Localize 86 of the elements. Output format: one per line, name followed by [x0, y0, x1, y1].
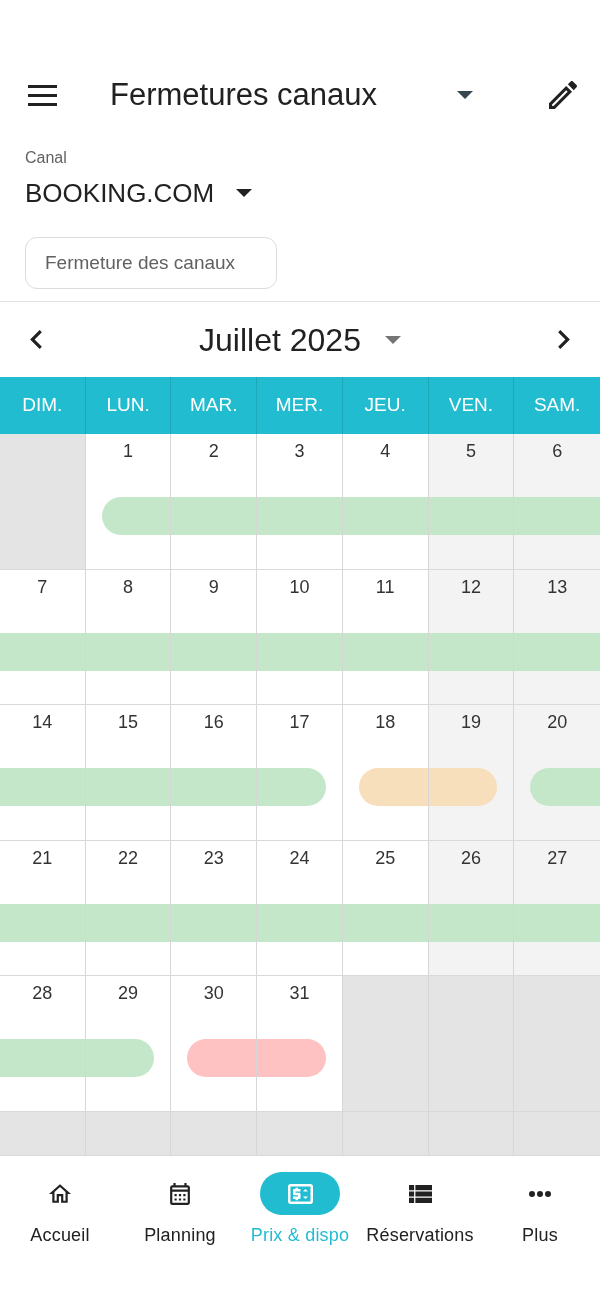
day-number: 7 — [37, 575, 48, 598]
weekday-label: MER. — [275, 393, 324, 418]
day-cell[interactable]: 4 — [342, 434, 429, 569]
day-number: 5 — [465, 440, 476, 462]
pencil-icon[interactable] — [549, 81, 577, 109]
day-number: 30 — [203, 982, 224, 1004]
day-number: 10 — [289, 575, 310, 598]
day-number: 2 — [208, 440, 219, 462]
chevron-right-icon[interactable] — [558, 330, 570, 349]
day-number: 19 — [460, 711, 481, 733]
menu-icon[interactable] — [28, 84, 57, 106]
day-number: 20 — [547, 711, 568, 733]
field-label: Canal — [25, 148, 67, 168]
weekday-label: VEN. — [448, 393, 494, 418]
day-number: 1 — [123, 440, 134, 462]
nav-tab[interactable]: Planning — [120, 1172, 240, 1246]
day-cell[interactable]: 17 — [257, 705, 343, 840]
day-number: 13 — [547, 575, 568, 598]
day-number: 3 — [294, 440, 305, 462]
day-cell[interactable]: 19 — [428, 705, 515, 840]
calendar-icon — [170, 1182, 190, 1205]
day-cell[interactable]: 25 — [342, 840, 429, 975]
more-horizontal-icon — [529, 1190, 551, 1197]
day-cell[interactable]: 6 — [514, 434, 600, 569]
day-cell[interactable]: 15 — [85, 705, 172, 840]
day-number: 9 — [208, 575, 219, 598]
month-title[interactable]: Juillet 2025 — [199, 319, 361, 360]
day-cell[interactable]: 31 — [257, 976, 343, 1111]
caret-icon[interactable] — [236, 189, 253, 197]
caret-icon[interactable] — [457, 91, 473, 99]
day-number: 11 — [375, 575, 395, 598]
weekday-label: SAM. — [533, 393, 581, 418]
day-cell[interactable]: 13 — [514, 569, 600, 704]
day-cell[interactable]: 28 — [0, 976, 86, 1111]
day-cell[interactable]: 29 — [85, 976, 172, 1111]
day-number: 26 — [460, 846, 481, 869]
day-cell[interactable]: 12 — [428, 569, 515, 704]
chevron-left-icon[interactable] — [30, 330, 42, 349]
day-number: 16 — [203, 711, 224, 733]
day-number: 29 — [118, 982, 139, 1004]
day-cell[interactable]: 20 — [514, 705, 600, 840]
day-number: 23 — [203, 846, 224, 869]
weekday-label: LUN. — [106, 393, 150, 418]
day-cell[interactable]: 22 — [85, 840, 172, 975]
day-cell[interactable]: 5 — [428, 434, 515, 569]
day-number: 8 — [123, 575, 134, 598]
day-number: 21 — [32, 846, 53, 869]
day-cell[interactable]: 11 — [342, 569, 429, 704]
nav-tab[interactable]: Plus — [480, 1172, 600, 1246]
day-cell[interactable]: 7 — [0, 569, 86, 704]
day-cell[interactable]: 9 — [171, 569, 258, 704]
day-number: 27 — [547, 846, 568, 869]
dollar-bill-icon — [287, 1183, 313, 1204]
day-cell[interactable]: 3 — [257, 434, 343, 569]
day-cell[interactable]: 14 — [0, 705, 86, 840]
day-cell[interactable]: 16 — [171, 705, 258, 840]
channel-value[interactable]: BOOKING.COM — [25, 177, 215, 209]
nav-tab[interactable]: Accueil — [0, 1172, 120, 1246]
day-number: 18 — [375, 711, 396, 733]
day-cell[interactable]: 8 — [85, 569, 172, 704]
weekday-label: MAR. — [190, 393, 238, 418]
day-cell[interactable]: 23 — [171, 840, 258, 975]
day-number: 24 — [289, 846, 310, 869]
day-cell[interactable]: 21 — [0, 840, 86, 975]
day-number: 31 — [289, 982, 310, 1004]
day-cell[interactable]: 10 — [257, 569, 343, 704]
day-number: 28 — [32, 982, 53, 1004]
day-number: 12 — [460, 575, 481, 598]
nav-tab[interactable]: Réservations — [360, 1172, 480, 1246]
weekday-label: JEU. — [364, 393, 406, 418]
day-number: 15 — [118, 711, 139, 733]
day-cell[interactable]: 27 — [514, 840, 600, 975]
day-cell[interactable]: 26 — [428, 840, 515, 975]
day-number: 22 — [118, 846, 139, 869]
page-title[interactable]: Fermetures canaux — [110, 75, 378, 115]
day-number: 14 — [32, 711, 53, 733]
list-icon — [408, 1184, 432, 1203]
day-cell[interactable]: 2 — [171, 434, 258, 569]
day-number: 17 — [289, 711, 310, 733]
weekday-label: DIM. — [22, 393, 63, 418]
home-icon — [49, 1184, 71, 1203]
day-number: 4 — [380, 440, 391, 462]
day-number: 6 — [552, 440, 563, 462]
day-number: 25 — [375, 846, 396, 869]
day-cell[interactable]: 24 — [257, 840, 343, 975]
filter-chip[interactable]: Fermeture des canaux — [25, 237, 277, 289]
